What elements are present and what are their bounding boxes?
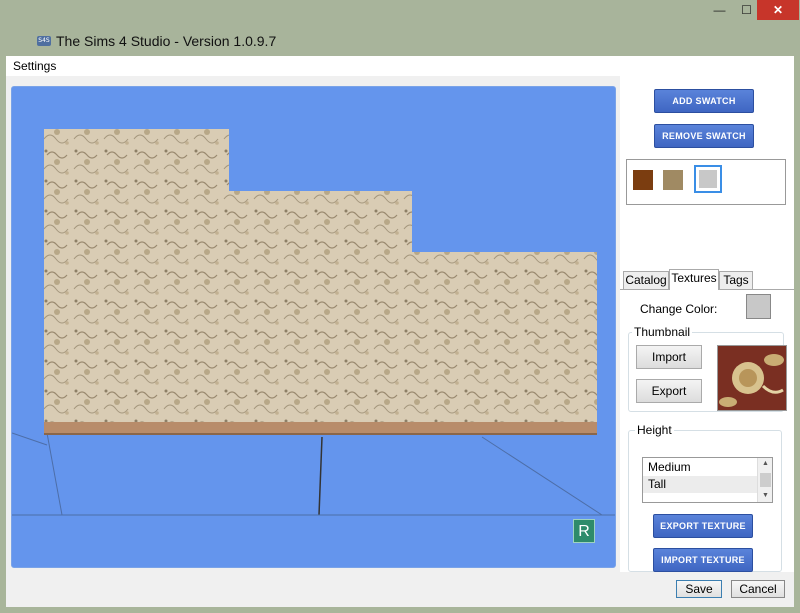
minimize-button[interactable]: — <box>706 0 733 20</box>
cancel-button[interactable]: Cancel <box>731 580 785 598</box>
floor-line <box>481 436 603 516</box>
3d-viewport[interactable]: R <box>11 86 616 568</box>
height-option-medium[interactable]: Medium <box>643 459 758 476</box>
add-swatch-button[interactable]: ADD SWATCH <box>654 89 754 113</box>
thumbnail-floral-graphic <box>718 346 786 410</box>
remove-swatch-button[interactable]: REMOVE SWATCH <box>654 124 754 148</box>
menu-bar: Settings <box>6 56 794 76</box>
scroll-thumb[interactable] <box>760 473 771 487</box>
import-texture-button[interactable]: IMPORT TEXTURE <box>653 548 753 572</box>
close-button[interactable]: ✕ <box>757 0 799 20</box>
save-button[interactable]: Save <box>676 580 722 598</box>
swatch-tan[interactable] <box>663 170 683 190</box>
maximize-button[interactable]: ☐ <box>733 0 760 20</box>
wall-panel <box>44 129 597 422</box>
right-panel: ADD SWATCH REMOVE SWATCH Catalog Texture… <box>620 76 794 572</box>
tab-catalog[interactable]: Catalog <box>623 271 669 290</box>
tab-strip: Catalog Textures Tags <box>620 269 794 290</box>
swatch-list <box>626 159 786 205</box>
export-texture-button[interactable]: EXPORT TEXTURE <box>653 514 753 538</box>
tab-textures[interactable]: Textures <box>669 269 719 290</box>
viewport-scene <box>12 129 615 516</box>
change-color-button[interactable] <box>746 294 771 319</box>
floor-line <box>46 432 63 516</box>
height-listbox[interactable]: Medium Tall ▲ ▼ <box>642 457 773 503</box>
textures-tab-content: Change Color: Thumbnail Import Export He… <box>620 289 794 572</box>
thumbnail-image <box>717 345 787 411</box>
change-color-label: Change Color: <box>640 302 718 316</box>
height-list-scrollbar[interactable]: ▲ ▼ <box>757 458 772 502</box>
floor-line <box>12 432 48 446</box>
title-bar: S4S The Sims 4 Studio - Version 1.0.9.7 … <box>0 0 800 56</box>
swatch-brown[interactable] <box>633 170 653 190</box>
swatch-gray-fill <box>699 170 717 188</box>
tab-tags[interactable]: Tags <box>719 271 753 290</box>
swatch-gray-selected[interactable] <box>694 165 722 193</box>
window-title: The Sims 4 Studio - Version 1.0.9.7 <box>56 33 277 49</box>
menu-settings[interactable]: Settings <box>13 59 56 73</box>
scroll-up-icon[interactable]: ▲ <box>758 458 773 470</box>
scroll-down-icon[interactable]: ▼ <box>758 490 773 502</box>
height-group-title: Height <box>635 423 674 437</box>
floor-line <box>318 436 323 516</box>
thumbnail-group-title: Thumbnail <box>632 325 693 339</box>
thumbnail-export-button[interactable]: Export <box>636 379 702 403</box>
app-icon: S4S <box>37 36 51 46</box>
window-client: Settings R ADD SWATCH REMOVE SWATCH Cata… <box>6 56 794 607</box>
thumbnail-import-button[interactable]: Import <box>636 345 702 369</box>
thumbnail-group: Thumbnail Import Export <box>628 325 787 412</box>
wall-baseboard-edge <box>44 433 597 435</box>
reset-view-badge[interactable]: R <box>573 519 595 543</box>
height-option-tall[interactable]: Tall <box>643 476 758 493</box>
height-group: Height Medium Tall ▲ ▼ EXPORT TEXTURE IM… <box>628 423 782 572</box>
